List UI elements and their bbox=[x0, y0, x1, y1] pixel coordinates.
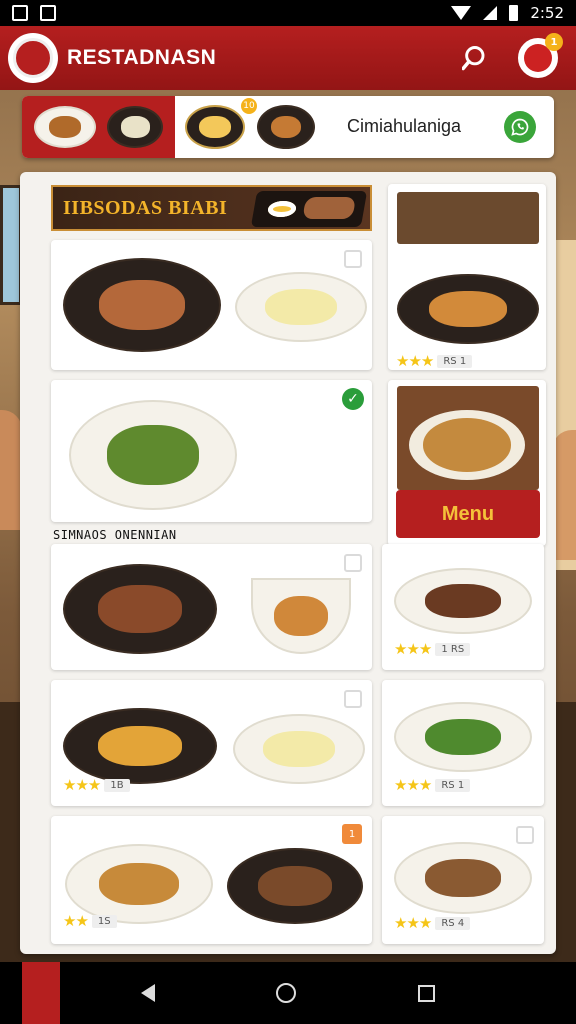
star-icons: ★★★ bbox=[396, 352, 434, 370]
battery-icon bbox=[509, 5, 519, 21]
menu-button[interactable]: Menu bbox=[396, 490, 540, 538]
dish-image bbox=[33, 106, 96, 148]
price: 1 RS bbox=[435, 642, 471, 656]
download-icon bbox=[40, 5, 56, 21]
dish-image bbox=[251, 578, 351, 654]
dish-image bbox=[397, 386, 539, 490]
dish-image bbox=[397, 274, 539, 344]
search-button[interactable] bbox=[454, 36, 498, 80]
wifi-icon bbox=[451, 6, 472, 20]
dish-image bbox=[394, 842, 532, 914]
star-icons: ★★★ bbox=[394, 914, 432, 932]
star-icons: ★★★ bbox=[394, 640, 432, 658]
rating: ★★★ 1 RS bbox=[394, 640, 471, 658]
search-icon bbox=[462, 46, 485, 71]
nav-accent bbox=[22, 962, 60, 1024]
app-bar: RESTADNASN 1 bbox=[0, 26, 576, 90]
dish-card[interactable]: ★★★ RS 1 bbox=[382, 680, 544, 806]
dish-card[interactable] bbox=[51, 544, 372, 670]
dish-card[interactable]: ★★★ 1 RS bbox=[382, 544, 544, 670]
dish-image bbox=[394, 568, 532, 634]
category-banner[interactable]: IIBSODAS BIABI bbox=[51, 185, 372, 231]
dish-image bbox=[63, 564, 217, 654]
featured-menu-card[interactable]: Menu bbox=[388, 380, 546, 546]
background-window bbox=[0, 185, 22, 305]
status-bar: 2:52 bbox=[0, 0, 576, 26]
star-icons: ★★★ bbox=[63, 776, 101, 794]
dish-card[interactable]: ★★★ RS 4 bbox=[382, 816, 544, 944]
star-icons: ★★ bbox=[63, 912, 89, 930]
dish-card[interactable]: ✓ bbox=[51, 380, 372, 522]
price: RS 1 bbox=[435, 778, 471, 792]
promo-bar[interactable]: 10 Cimiahulaniga bbox=[22, 96, 554, 158]
promo-badge: 10 bbox=[241, 98, 257, 114]
rating: ★★★ RS 1 bbox=[396, 352, 473, 370]
dish-image bbox=[257, 105, 315, 149]
select-icon[interactable] bbox=[344, 250, 362, 268]
featured-dish-card[interactable]: ★★★ RS 1 bbox=[388, 184, 546, 370]
promo-featured-dishes[interactable] bbox=[22, 96, 175, 158]
dish-image bbox=[185, 105, 245, 149]
app-title: RESTADNASN bbox=[67, 46, 217, 69]
dish-image bbox=[235, 272, 367, 342]
select-icon[interactable] bbox=[516, 826, 534, 844]
signal-icon bbox=[483, 6, 498, 20]
dish-image bbox=[397, 192, 539, 244]
restaurant-logo[interactable] bbox=[8, 33, 58, 83]
whatsapp-button[interactable] bbox=[504, 111, 536, 143]
price: RS 1 bbox=[437, 354, 473, 368]
recent-apps-icon[interactable] bbox=[418, 984, 436, 1002]
rating: ★★★ RS 4 bbox=[394, 914, 471, 932]
dish-image bbox=[107, 106, 164, 148]
dish-image bbox=[69, 400, 237, 510]
dish-image bbox=[394, 702, 532, 772]
price: RS 4 bbox=[435, 916, 471, 930]
main-panel: IIBSODAS BIABI ✓ ★★★ RS 1 Menu SIMNAOS O… bbox=[20, 172, 556, 954]
profile-button[interactable]: 1 bbox=[518, 33, 563, 78]
price: 1S bbox=[91, 914, 117, 928]
rating: ★★ 1S bbox=[63, 912, 117, 930]
rating: ★★★ RS 1 bbox=[394, 776, 471, 794]
select-icon[interactable] bbox=[344, 690, 362, 708]
navigation-bar bbox=[0, 962, 576, 1024]
dish-image bbox=[63, 708, 217, 784]
whatsapp-icon bbox=[511, 118, 529, 136]
banner-title: IIBSODAS BIABI bbox=[63, 196, 228, 219]
star-icons: ★★★ bbox=[394, 776, 432, 794]
rating: ★★★ 1B bbox=[63, 776, 130, 794]
dish-card[interactable]: 1 ★★ 1S bbox=[51, 816, 372, 944]
dish-image bbox=[227, 848, 363, 924]
dish-image bbox=[63, 258, 221, 352]
dish-image bbox=[233, 714, 365, 784]
select-icon[interactable] bbox=[344, 554, 362, 572]
background-person-left bbox=[0, 410, 22, 530]
dish-card[interactable]: ★★★ 1B bbox=[51, 680, 372, 806]
item-badge: 1 bbox=[342, 824, 362, 844]
price: 1B bbox=[104, 778, 130, 792]
promo-text: Cimiahulaniga bbox=[347, 116, 462, 136]
banner-dish-image bbox=[250, 191, 368, 227]
notification-icon bbox=[12, 5, 28, 21]
status-time: 2:52 bbox=[530, 4, 564, 22]
dish-card[interactable] bbox=[51, 240, 372, 370]
selected-check-icon[interactable]: ✓ bbox=[342, 388, 364, 410]
section-label: SIMNAOS ONENNIAN bbox=[53, 528, 177, 542]
home-icon[interactable] bbox=[276, 983, 297, 1003]
notification-badge: 1 bbox=[545, 33, 563, 51]
back-icon[interactable] bbox=[140, 984, 155, 1002]
